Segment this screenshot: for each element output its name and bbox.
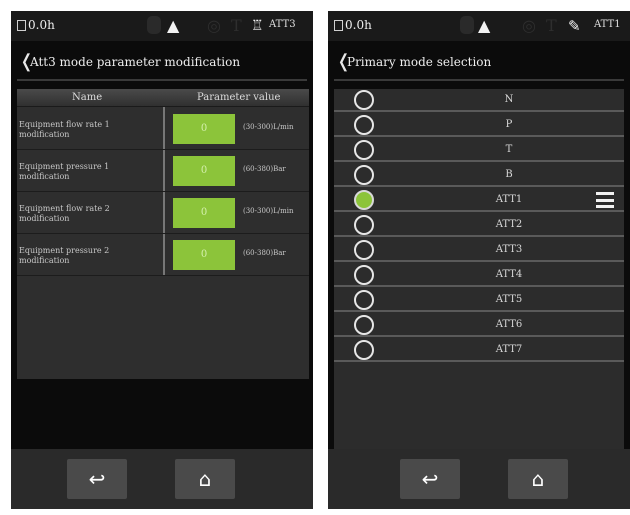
hour-meter-icon (334, 19, 343, 31)
indicator-icon (147, 16, 161, 34)
breaker-icon: ✎ (568, 17, 581, 35)
page-title: Primary mode selection (347, 55, 492, 69)
table-row: Equipment flow rate 1 modification 0 (30… (17, 108, 309, 150)
mode-option[interactable]: P (334, 114, 624, 137)
mode-label: B (505, 169, 513, 180)
parameter-value-button[interactable]: 0 (173, 198, 235, 228)
mode-label: ATT4 (495, 269, 523, 280)
table-row: Equipment flow rate 2 modification 0 (30… (17, 192, 309, 234)
hour-meter: 0.0h (17, 18, 55, 32)
status-bar: 0.0h ▲ ◎ T ✎ ATT1 (328, 11, 630, 41)
mode-label: ATT6 (495, 319, 523, 330)
mode-option[interactable]: T (334, 139, 624, 162)
mode-option[interactable]: ATT4 (334, 264, 624, 287)
filter-icon: ◎ (522, 16, 536, 35)
return-icon: ↩ (88, 467, 106, 491)
filter-icon: ◎ (207, 16, 221, 35)
radio-button[interactable] (354, 140, 374, 160)
hour-meter-value: 0.0h (28, 18, 55, 32)
table-row: Equipment pressure 1 modification 0 (60-… (17, 150, 309, 192)
mode-option-selected[interactable]: ATT1 (334, 189, 624, 212)
parameter-range: (30-300)L/min (243, 207, 294, 215)
page-header: ❬ Att3 mode parameter modification (11, 49, 313, 81)
bottom-navigation: ↩ ⌂ (328, 449, 630, 509)
status-bar: 0.0h ▲ ◎ T ♖ ATT3 (11, 11, 313, 41)
radio-button[interactable] (354, 115, 374, 135)
indicator-icon (460, 16, 474, 34)
radio-button[interactable] (354, 215, 374, 235)
header-divider (17, 79, 307, 81)
home-button[interactable]: ⌂ (508, 459, 568, 499)
parameter-range: (60-380)Bar (243, 249, 286, 257)
mode-option[interactable]: ATT2 (334, 214, 624, 237)
mode-list: N P T B ATT1 ATT2 ATT3 ATT4 ATT5 ATT6 AT… (334, 89, 624, 459)
mode-option[interactable]: ATT5 (334, 289, 624, 312)
radio-button-selected[interactable] (354, 190, 374, 210)
home-icon: ⌂ (531, 467, 545, 491)
attachment-icon: ♖ (251, 18, 264, 34)
hour-meter-value: 0.0h (345, 18, 372, 32)
mode-option[interactable]: B (334, 164, 624, 187)
parameter-name: Equipment pressure 1 modification (19, 162, 110, 181)
hammer-icon: T (231, 16, 242, 35)
mode-label: ATT3 (495, 244, 523, 255)
radio-button[interactable] (354, 265, 374, 285)
mode-option[interactable]: ATT6 (334, 314, 624, 337)
mode-label: T (505, 144, 513, 155)
parameter-name: Equipment flow rate 2 modification (19, 204, 110, 223)
radio-button[interactable] (354, 290, 374, 310)
mode-label: N (504, 94, 514, 105)
parameter-name: Equipment flow rate 1 modification (19, 120, 110, 139)
column-header-name: Name (72, 92, 103, 103)
hour-meter-icon (17, 19, 26, 31)
radio-button[interactable] (354, 315, 374, 335)
hour-meter: 0.0h (334, 18, 372, 32)
home-icon: ⌂ (198, 467, 212, 491)
mode-label: ATT1 (495, 194, 523, 205)
page-header: ❬ Primary mode selection (328, 49, 630, 81)
table-row: Equipment pressure 2 modification 0 (60-… (17, 234, 309, 276)
current-mode-label: ATT3 (269, 19, 296, 30)
radio-button[interactable] (354, 340, 374, 360)
home-button[interactable]: ⌂ (175, 459, 235, 499)
primary-mode-screen: 0.0h ▲ ◎ T ✎ ATT1 ❬ Primary mode selecti… (328, 11, 630, 509)
parameter-table: Name Parameter value Equipment flow rate… (17, 89, 309, 379)
turtle-speed-icon: ▲ (167, 16, 180, 35)
parameter-value-button[interactable]: 0 (173, 240, 235, 270)
mode-option[interactable]: N (334, 89, 624, 112)
parameter-value-button[interactable]: 0 (173, 156, 235, 186)
header-divider (334, 79, 624, 81)
radio-button[interactable] (354, 90, 374, 110)
return-icon: ↩ (421, 467, 439, 491)
current-mode-label: ATT1 (594, 19, 621, 30)
parameter-range: (30-300)L/min (243, 123, 294, 131)
parameter-value-button[interactable]: 0 (173, 114, 235, 144)
radio-button[interactable] (354, 240, 374, 260)
mode-label: ATT2 (495, 219, 523, 230)
mode-option[interactable]: ATT7 (334, 339, 624, 362)
menu-icon[interactable] (596, 191, 614, 209)
return-button[interactable]: ↩ (400, 459, 460, 499)
turtle-speed-icon: ▲ (478, 16, 491, 35)
return-button[interactable]: ↩ (67, 459, 127, 499)
hammer-icon: T (546, 16, 557, 35)
mode-label: ATT7 (495, 344, 523, 355)
radio-button[interactable] (354, 165, 374, 185)
table-header: Name Parameter value (17, 89, 309, 107)
parameter-range: (60-380)Bar (243, 165, 286, 173)
att3-parameter-screen: 0.0h ▲ ◎ T ♖ ATT3 ❬ Att3 mode parameter … (11, 11, 313, 509)
mode-label: ATT5 (495, 294, 523, 305)
page-title: Att3 mode parameter modification (30, 55, 241, 69)
mode-label: P (505, 119, 513, 130)
column-header-value: Parameter value (197, 92, 281, 103)
mode-option[interactable]: ATT3 (334, 239, 624, 262)
bottom-navigation: ↩ ⌂ (11, 449, 313, 509)
parameter-name: Equipment pressure 2 modification (19, 246, 110, 265)
